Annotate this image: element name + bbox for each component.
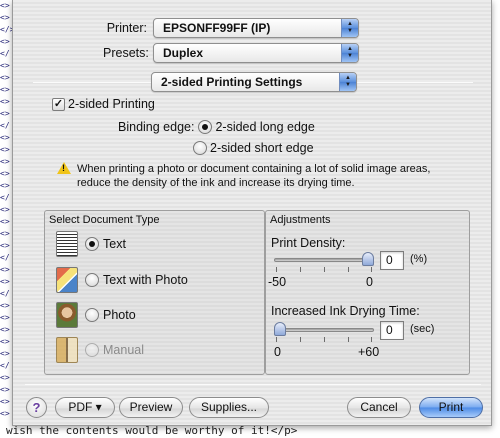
drying-time-field[interactable]: 0 — [380, 321, 404, 340]
doctype-text-label: Text — [103, 237, 126, 251]
doctype-manual-radio[interactable] — [85, 343, 99, 357]
printer-popup[interactable]: EPSONFF99FF (IP) ▲ ▼ — [153, 18, 359, 38]
button-bar-divider — [25, 384, 481, 385]
slider-tick — [324, 337, 325, 342]
doctype-text-photo-label: Text with Photo — [103, 273, 188, 287]
binding-short-row[interactable]: 2-sided short edge — [193, 141, 314, 155]
background-editor-text: wish the contents would be worthy of it!… — [6, 424, 298, 437]
doctype-text-photo-row[interactable]: Text with Photo — [56, 267, 188, 293]
binding-short-radio[interactable] — [193, 141, 207, 155]
slider-tick — [348, 337, 349, 342]
popup-arrows-icon: ▲ ▼ — [339, 73, 356, 91]
preview-button[interactable]: Preview — [119, 397, 183, 418]
adjustments-title: Adjustments — [270, 214, 331, 226]
doctype-text-radio[interactable] — [85, 237, 99, 251]
warning-line-2: reduce the density of the ink and increa… — [77, 177, 355, 189]
presets-label: Presets: — [103, 46, 149, 60]
slider-tick — [300, 267, 301, 272]
warning-message: ! When printing a photo or document cont… — [57, 162, 430, 190]
document-type-title: Select Document Type — [49, 214, 160, 226]
warning-icon: ! — [57, 162, 71, 174]
doctype-text-row[interactable]: Text — [56, 231, 126, 257]
presets-row: Presets: Duplex ▲ ▼ — [103, 43, 359, 63]
print-density-slider[interactable] — [274, 252, 374, 283]
two-sided-row[interactable]: ✓ 2-sided Printing — [52, 97, 155, 111]
slider-tick — [300, 337, 301, 342]
drying-time-min: 0 — [274, 345, 281, 359]
print-density-max: 0 — [366, 275, 373, 289]
slider-track — [274, 328, 374, 332]
binding-long-radio[interactable] — [198, 120, 213, 134]
print-density-thumb[interactable] — [362, 252, 374, 266]
presets-popup[interactable]: Duplex ▲ ▼ — [153, 43, 359, 63]
printer-label: Printer: — [106, 21, 147, 35]
warning-line-1: When printing a photo or document contai… — [77, 163, 431, 175]
print-density-min: -50 — [268, 275, 287, 289]
drying-time-thumb[interactable] — [274, 322, 286, 336]
help-button[interactable]: ? — [26, 397, 47, 418]
doctype-text-photo-radio[interactable] — [85, 273, 99, 287]
slider-tick — [324, 267, 325, 272]
presets-value: Duplex — [163, 46, 204, 60]
printer-value: EPSONFF99FF (IP) — [163, 21, 271, 35]
adjustments-group: Adjustments Print Density: 0 (%) -50 0 I… — [265, 210, 470, 375]
popup-arrows-icon: ▲ ▼ — [341, 19, 358, 37]
binding-long-row[interactable]: Binding edge: 2-sided long edge — [118, 120, 315, 134]
panel-row: 2-sided Printing Settings ▲ ▼ — [151, 72, 357, 92]
two-sided-label: 2-sided Printing — [68, 97, 155, 111]
print-dialog-sheet: Printer: EPSONFF99FF (IP) ▲ ▼ Presets: Du… — [12, 0, 492, 426]
print-density-field[interactable]: 0 — [380, 251, 404, 270]
popup-arrows-icon: ▲ ▼ — [341, 44, 358, 62]
print-density-unit: (%) — [410, 253, 428, 265]
text-document-icon — [56, 231, 78, 257]
doctype-photo-label: Photo — [103, 308, 136, 322]
binding-long-label: 2-sided long edge — [215, 120, 315, 134]
printer-row: Printer: EPSONFF99FF (IP) ▲ ▼ — [103, 18, 359, 38]
panel-value: 2-sided Printing Settings — [161, 75, 303, 89]
drying-time-max: +60 — [358, 345, 380, 359]
binding-edge-label: Binding edge: — [118, 120, 195, 134]
pdf-button[interactable]: PDF ▾ — [55, 397, 115, 418]
supplies-button[interactable]: Supplies... — [189, 397, 269, 418]
two-sided-checkbox[interactable]: ✓ — [52, 97, 65, 111]
slider-tick — [348, 267, 349, 272]
manual-book-icon — [56, 337, 78, 363]
doctype-manual-row[interactable]: Manual — [56, 337, 144, 363]
binding-short-label: 2-sided short edge — [210, 141, 314, 155]
panel-popup[interactable]: 2-sided Printing Settings ▲ ▼ — [151, 72, 357, 92]
slider-track — [274, 258, 374, 262]
print-density-label: Print Density: — [271, 236, 346, 250]
slider-tick — [276, 267, 277, 272]
document-type-group: Select Document Type Text Text with Phot… — [44, 210, 265, 375]
print-button[interactable]: Print — [419, 397, 483, 418]
doctype-photo-row[interactable]: Photo — [56, 302, 136, 328]
text-photo-document-icon — [56, 267, 78, 293]
doctype-manual-label: Manual — [103, 343, 144, 357]
slider-tick — [276, 337, 277, 342]
drying-time-unit: (sec) — [410, 323, 435, 335]
photo-document-icon — [56, 302, 78, 328]
slider-tick — [371, 337, 372, 342]
drying-time-label: Increased Ink Drying Time: — [271, 304, 420, 318]
cancel-button[interactable]: Cancel — [347, 397, 411, 418]
slider-tick — [371, 267, 372, 272]
doctype-photo-radio[interactable] — [85, 308, 99, 322]
